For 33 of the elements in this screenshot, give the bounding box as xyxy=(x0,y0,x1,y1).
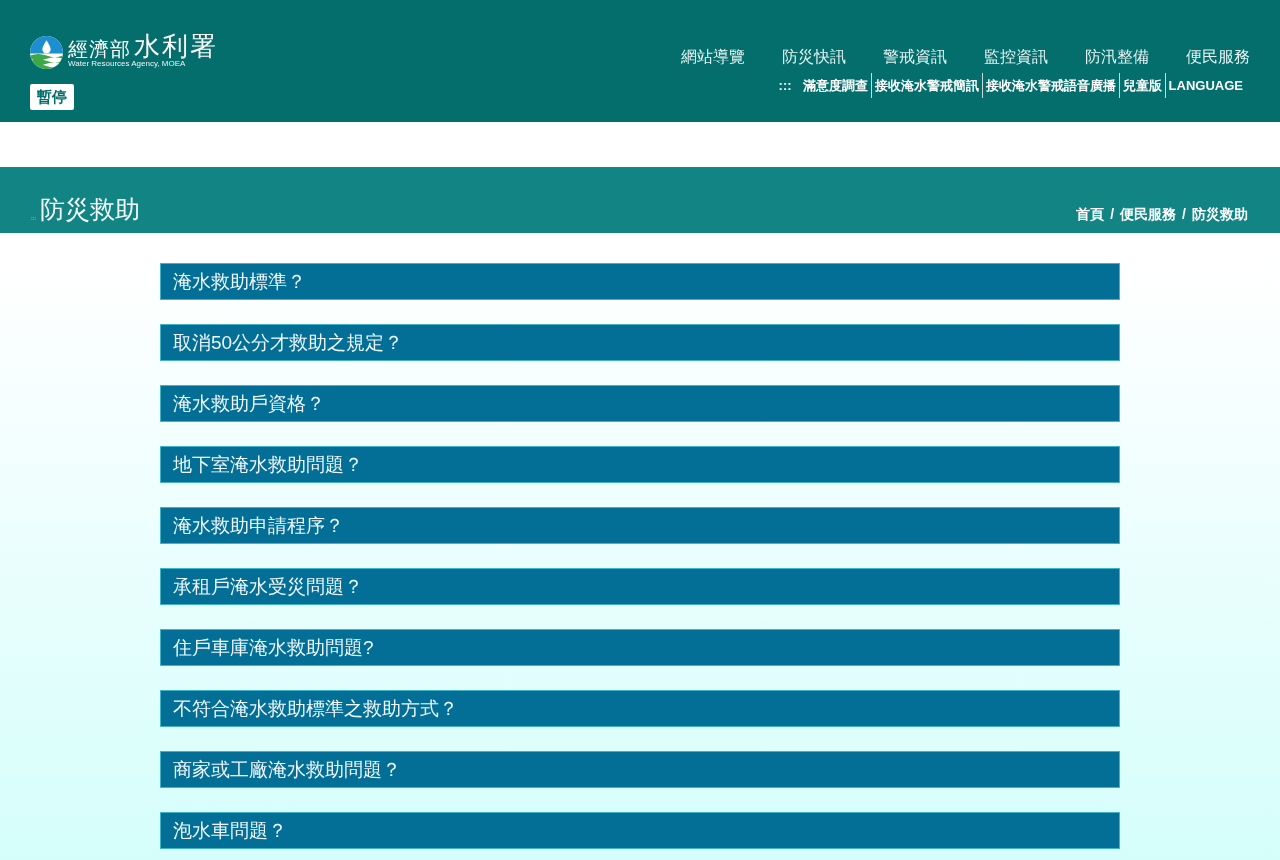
breadcrumb-link[interactable]: 便民服務 xyxy=(1120,204,1177,224)
faq-item[interactable]: 不符合淹水救助標準之救助方式？ xyxy=(160,690,1120,727)
faq-item[interactable]: 地下室淹水救助問題？ xyxy=(160,446,1120,483)
faq-item[interactable]: 取消50公分才救助之規定？ xyxy=(160,324,1120,361)
faq-item[interactable]: 承租戶淹水受災問題？ xyxy=(160,568,1120,605)
utility-link[interactable]: 接收淹水警戒語音廣播 xyxy=(981,73,1119,98)
faq-item[interactable]: 商家或工廠淹水救助問題？ xyxy=(160,751,1120,788)
nav-link[interactable]: 便民服務 xyxy=(1186,45,1250,69)
faq-item[interactable]: 淹水救助申請程序？ xyxy=(160,507,1120,544)
breadcrumb-separator: / xyxy=(1182,205,1186,224)
faq-item[interactable]: 住戶車庫淹水救助問題? xyxy=(160,629,1120,666)
utility-link[interactable]: 兒童版 xyxy=(1118,73,1165,98)
faq-item[interactable]: 淹水救助戶資格？ xyxy=(160,385,1120,422)
utility-link[interactable]: 接收淹水警戒簡訊 xyxy=(870,73,982,98)
nav-link[interactable]: 網站導覽 xyxy=(681,45,745,69)
breadcrumb-separator: / xyxy=(1110,205,1115,224)
utility-link[interactable]: 滿意度調查 xyxy=(799,73,871,98)
faq-item[interactable]: 泡水車問題？ xyxy=(160,812,1120,849)
nav-link[interactable]: 警戒資訊 xyxy=(883,45,947,69)
logo-agency-text: 水利署 xyxy=(134,33,218,59)
faq-item[interactable]: 淹水救助標準？ xyxy=(160,263,1120,300)
utility-link[interactable]: LANGUAGE xyxy=(1164,73,1246,98)
nav-link[interactable]: 監控資訊 xyxy=(984,45,1048,69)
accesskey-link[interactable]: ::: xyxy=(776,73,794,98)
water-drop-logo-icon xyxy=(30,36,63,69)
nav-link[interactable]: 防災快訊 xyxy=(782,45,846,69)
pause-button[interactable]: 暫停 xyxy=(30,84,74,110)
logo-subtitle: Water Resources Agency, MOEA xyxy=(68,60,187,68)
page-title: 防災救助 xyxy=(40,194,140,225)
logo-ministry-text: 經濟部 xyxy=(68,39,131,59)
breadcrumb-link[interactable]: 防災救助 xyxy=(1192,204,1248,224)
nav-link[interactable]: 防汛整備 xyxy=(1085,45,1149,69)
breadcrumb-link[interactable]: 首頁 xyxy=(1076,204,1105,224)
